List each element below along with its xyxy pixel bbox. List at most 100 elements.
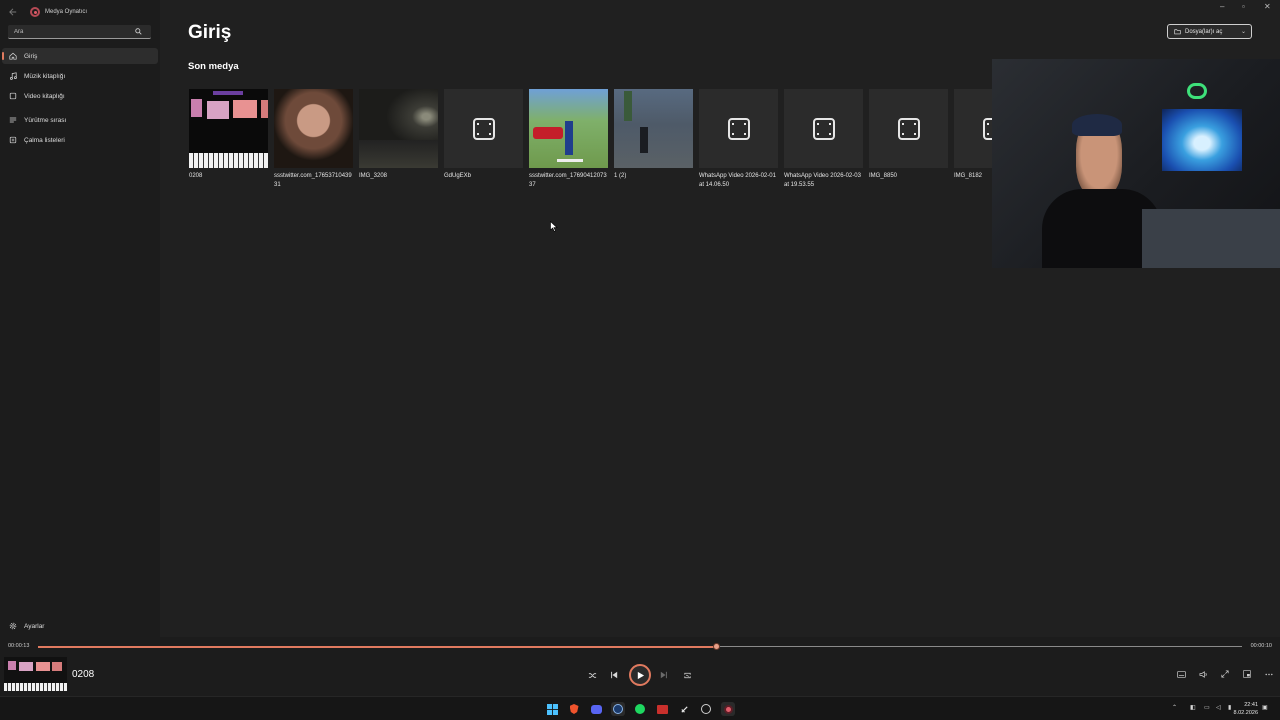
- webcam-overlay: [992, 59, 1280, 268]
- media-thumbnail: [869, 89, 948, 168]
- media-thumbnail: [189, 89, 268, 168]
- taskbar-media-player-icon[interactable]: [721, 702, 735, 716]
- captions-button[interactable]: [1175, 668, 1187, 680]
- play-button[interactable]: [629, 664, 651, 686]
- playlist-icon: [8, 135, 18, 145]
- media-tile[interactable]: ssstwitter.com_1765371043931: [274, 89, 353, 190]
- sidebar-item-music-library[interactable]: Müzik kitaplığı: [2, 68, 158, 84]
- search-box[interactable]: [8, 25, 151, 39]
- open-files-label: Dosya(lar)ı aç: [1185, 28, 1223, 35]
- settings-label: Ayarlar: [24, 622, 45, 630]
- time-current: 00:00:13: [8, 643, 30, 649]
- minimize-button[interactable]: –: [1220, 2, 1224, 11]
- media-tile[interactable]: GdUgEXb: [444, 89, 523, 181]
- tray-monitor-icon[interactable]: ▭: [1204, 704, 1210, 711]
- maximize-button[interactable]: ▫: [1242, 2, 1245, 11]
- page-title: Giriş: [188, 22, 232, 43]
- media-thumbnail: [444, 89, 523, 168]
- taskbar: ⌃ ◧ ▭ ◁ ▮ 22:41 8.02.2026 ▣: [0, 696, 1280, 720]
- close-button[interactable]: ✕: [1264, 2, 1271, 11]
- tray-battery-icon[interactable]: ▮: [1228, 704, 1231, 711]
- volume-icon: [1199, 670, 1207, 678]
- section-title: Son medya: [188, 61, 239, 72]
- media-player-window: Medya Oynatıcı Giriş Müzik kitaplığı Vid…: [0, 0, 1280, 720]
- search-input[interactable]: [8, 28, 133, 35]
- sidebar-item-label: Müzik kitaplığı: [24, 72, 66, 80]
- tray-app-icon[interactable]: ◧: [1190, 704, 1196, 711]
- media-tile[interactable]: 1 (2): [614, 89, 693, 181]
- tray-chevron-up-icon[interactable]: ⌃: [1172, 704, 1177, 711]
- shuffle-button[interactable]: [584, 667, 600, 683]
- repeat-button[interactable]: [679, 667, 695, 683]
- taskbar-clock[interactable]: 22:41 8.02.2026: [1234, 701, 1258, 717]
- taskbar-capcut-icon[interactable]: [677, 702, 691, 716]
- sidebar-item-playlists[interactable]: Çalma listeleri: [2, 132, 158, 148]
- media-thumbnail: [274, 89, 353, 168]
- volume-button[interactable]: [1197, 668, 1209, 680]
- previous-button[interactable]: [606, 667, 622, 683]
- streamer-cap: [1072, 114, 1122, 136]
- start-button[interactable]: [545, 702, 559, 716]
- background-couch: [1142, 209, 1280, 268]
- back-button[interactable]: [2, 1, 24, 23]
- more-icon: [1265, 673, 1273, 675]
- sidebar-item-video-library[interactable]: Video kitaplığı: [2, 88, 158, 104]
- now-playing-thumbnail[interactable]: [4, 657, 67, 691]
- tray-notification-icon[interactable]: ▣: [1262, 704, 1268, 711]
- media-tile[interactable]: WhatsApp Video 2026-02-01 at 14.06.50: [699, 89, 778, 190]
- taskbar-spotify-icon[interactable]: [633, 702, 647, 716]
- media-label: IMG_8850: [869, 173, 898, 179]
- film-icon: [812, 117, 835, 140]
- windows-logo-icon: [546, 703, 558, 715]
- more-options-button[interactable]: [1263, 668, 1275, 680]
- sidebar-item-play-queue[interactable]: Yürütme sırası: [2, 112, 158, 128]
- app-title: Medya Oynatıcı: [45, 9, 88, 15]
- captions-icon: [1176, 670, 1186, 678]
- search-icon[interactable]: [133, 27, 143, 37]
- mini-player-button[interactable]: [1241, 668, 1253, 680]
- gear-icon: [8, 621, 18, 631]
- taskbar-brave-icon[interactable]: [567, 702, 581, 716]
- video-icon: [8, 91, 18, 101]
- settings-button[interactable]: Ayarlar: [2, 618, 158, 634]
- time-total: 00:00:10: [1250, 643, 1272, 649]
- sidebar-item-label: Çalma listeleri: [24, 136, 65, 144]
- skip-back-icon: [611, 671, 618, 679]
- media-thumbnail: [359, 89, 438, 168]
- home-icon: [8, 51, 18, 61]
- play-icon: [637, 671, 644, 679]
- expand-icon: [1221, 670, 1229, 678]
- fullscreen-button[interactable]: [1219, 668, 1231, 680]
- taskbar-discord-icon[interactable]: [589, 702, 603, 716]
- media-thumbnail: [699, 89, 778, 168]
- media-tile[interactable]: IMG_3208: [359, 89, 438, 181]
- sidebar-item-home[interactable]: Giriş: [2, 48, 158, 64]
- media-tile[interactable]: 0208: [189, 89, 268, 181]
- media-tile[interactable]: ssstwitter.com_1769041207337: [529, 89, 608, 190]
- media-label: ssstwitter.com_1769041207337: [529, 173, 607, 188]
- shuffle-icon: [588, 672, 596, 678]
- tray-volume-icon[interactable]: ◁: [1216, 704, 1221, 711]
- media-tile[interactable]: WhatsApp Video 2026-02-03 at 19.53.55: [784, 89, 863, 190]
- player-bar: 00:00:13 00:00:10 0208: [0, 637, 1280, 696]
- taskbar-obs-icon[interactable]: [699, 702, 713, 716]
- media-label: WhatsApp Video 2026-02-03 at 19.53.55: [784, 173, 861, 188]
- sidebar-item-label: Yürütme sırası: [24, 116, 67, 124]
- media-label: GdUgEXb: [444, 173, 472, 179]
- media-tile[interactable]: IMG_8850: [869, 89, 948, 181]
- taskbar-app-icon[interactable]: [655, 702, 669, 716]
- media-label: IMG_3208: [359, 173, 388, 179]
- open-files-button[interactable]: Dosya(lar)ı aç ⌄: [1167, 24, 1252, 39]
- mini-player-icon: [1243, 670, 1251, 678]
- queue-icon: [8, 115, 18, 125]
- arrow-left-icon: [9, 8, 17, 16]
- seek-thumb[interactable]: [712, 643, 720, 650]
- next-button[interactable]: [656, 667, 672, 683]
- seek-progress: [38, 645, 716, 648]
- seek-slider[interactable]: [38, 643, 1242, 650]
- taskbar-steam-icon[interactable]: [611, 702, 625, 716]
- media-label: 0208: [189, 173, 203, 179]
- media-thumbnail: [529, 89, 608, 168]
- app-logo-icon: [30, 7, 40, 17]
- media-label: 1 (2): [614, 173, 627, 179]
